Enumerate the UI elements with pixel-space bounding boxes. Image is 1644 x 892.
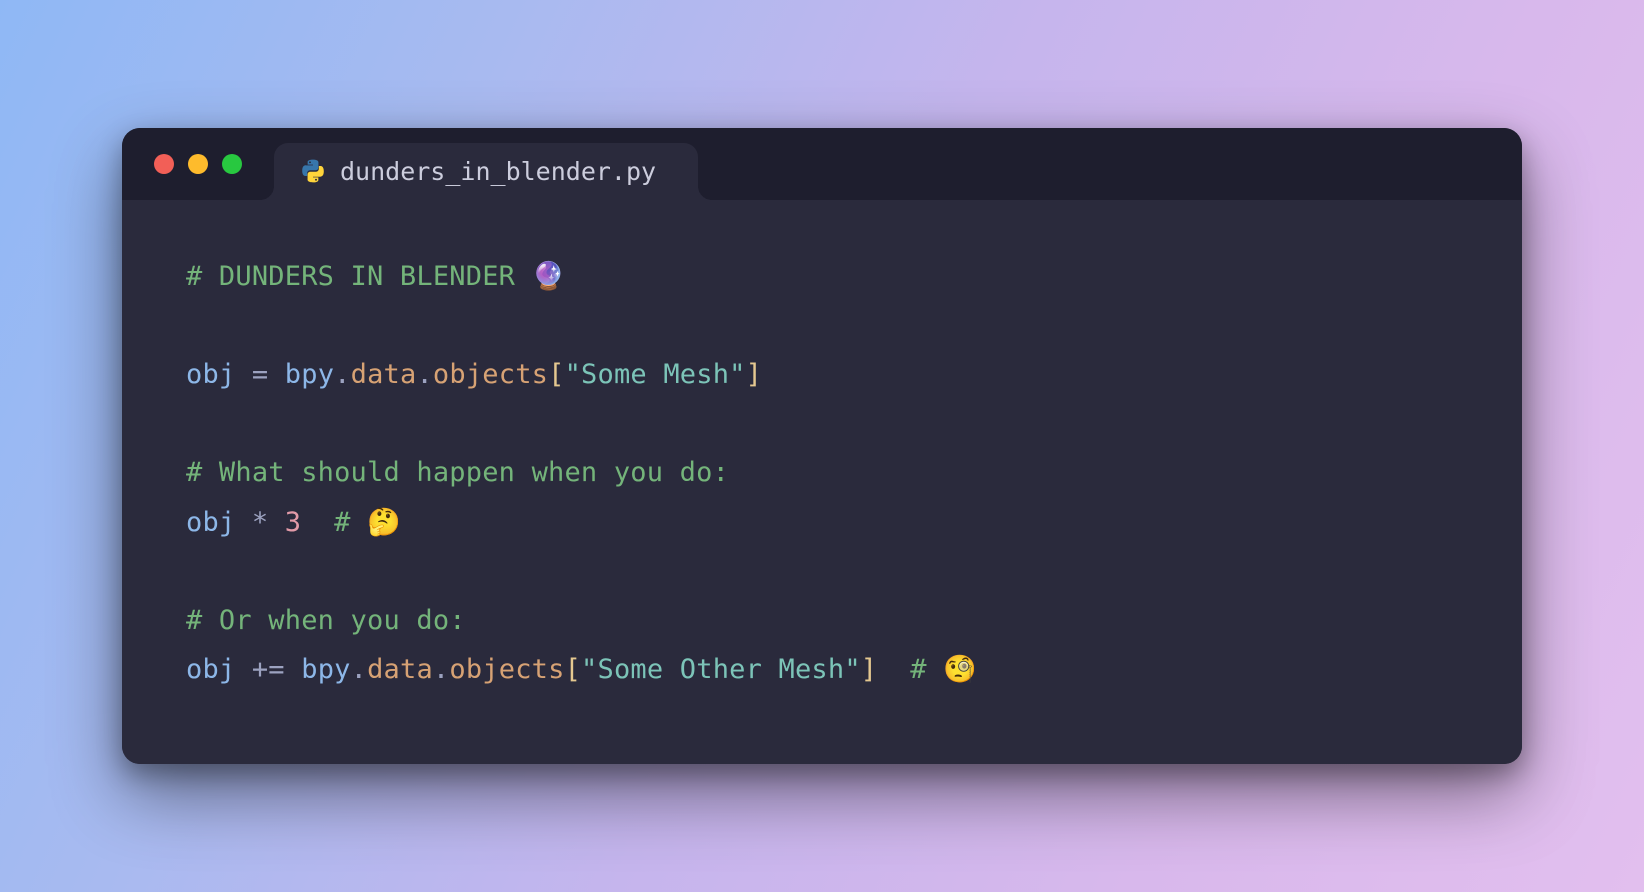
code-token: [ <box>548 359 564 390</box>
code-token: . <box>433 654 449 685</box>
code-token: # Or when you do: <box>186 605 466 636</box>
code-token: # 🤔 <box>334 507 401 538</box>
code-token <box>285 654 301 685</box>
code-token: obj <box>186 654 235 685</box>
code-token: 3 <box>285 507 301 538</box>
code-line <box>186 301 1458 350</box>
code-line: obj += bpy.data.objects["Some Other Mesh… <box>186 645 1458 694</box>
code-token: # 🧐 <box>910 654 977 685</box>
code-token: . <box>416 359 432 390</box>
code-token: . <box>351 654 367 685</box>
code-token: objects <box>449 654 564 685</box>
code-line <box>186 547 1458 596</box>
code-line: obj = bpy.data.objects["Some Mesh"] <box>186 350 1458 399</box>
tab-filename: dunders_in_blender.py <box>340 157 656 186</box>
code-token <box>877 654 910 685</box>
maximize-icon[interactable] <box>222 154 242 174</box>
editor-window: dunders_in_blender.py # DUNDERS IN BLEND… <box>122 128 1522 764</box>
code-token <box>235 507 251 538</box>
close-icon[interactable] <box>154 154 174 174</box>
code-line: obj * 3 # 🤔 <box>186 498 1458 547</box>
code-token: # DUNDERS IN BLENDER 🔮 <box>186 261 565 292</box>
code-token: data <box>367 654 433 685</box>
code-line <box>186 399 1458 448</box>
code-token <box>235 359 251 390</box>
code-token: . <box>334 359 350 390</box>
tab-bar: dunders_in_blender.py <box>274 128 698 200</box>
code-token: "Some Other Mesh" <box>581 654 861 685</box>
code-token <box>301 507 334 538</box>
code-token: [ <box>565 654 581 685</box>
code-token <box>268 507 284 538</box>
code-line: # Or when you do: <box>186 596 1458 645</box>
minimize-icon[interactable] <box>188 154 208 174</box>
titlebar: dunders_in_blender.py <box>122 128 1522 200</box>
code-token: data <box>351 359 417 390</box>
code-token: obj <box>186 507 235 538</box>
code-editor[interactable]: # DUNDERS IN BLENDER 🔮 obj = bpy.data.ob… <box>122 200 1522 764</box>
code-token: obj <box>186 359 235 390</box>
code-token: # What should happen when you do: <box>186 457 729 488</box>
code-token: bpy <box>301 654 350 685</box>
code-token: ] <box>746 359 762 390</box>
code-token: ] <box>861 654 877 685</box>
code-token: objects <box>433 359 548 390</box>
code-token <box>235 654 251 685</box>
code-line: # DUNDERS IN BLENDER 🔮 <box>186 252 1458 301</box>
window-controls <box>154 154 242 174</box>
code-token: += <box>252 654 285 685</box>
code-line: # What should happen when you do: <box>186 448 1458 497</box>
tab-file[interactable]: dunders_in_blender.py <box>274 143 698 200</box>
code-token <box>268 359 284 390</box>
code-token: "Some Mesh" <box>565 359 746 390</box>
code-token: bpy <box>285 359 334 390</box>
python-icon <box>300 158 326 184</box>
code-token: * <box>252 507 268 538</box>
code-token: = <box>252 359 268 390</box>
